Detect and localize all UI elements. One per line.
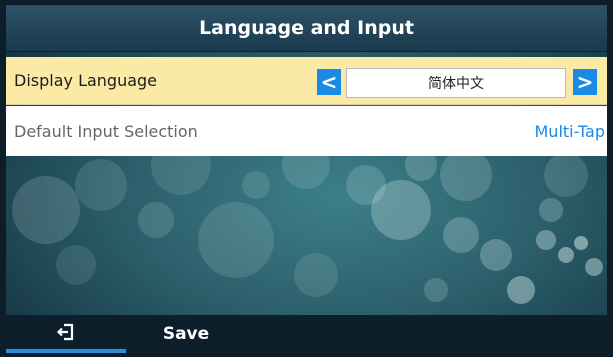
screen: Language and Input Display Language < 简体…: [6, 5, 607, 353]
next-language-button[interactable]: >: [573, 69, 597, 95]
back-softkey[interactable]: [6, 315, 126, 353]
display-language-value[interactable]: 简体中文: [346, 68, 566, 98]
softkey-bar: Save: [6, 315, 607, 353]
chevron-right-icon: >: [576, 70, 594, 94]
exit-icon: [56, 323, 74, 341]
display-language-value-text: 简体中文: [428, 76, 484, 92]
save-label: Save: [162, 324, 210, 344]
phone-screen-frame: Language and Input Display Language < 简体…: [0, 0, 613, 357]
display-language-row[interactable]: Display Language < 简体中文 >: [6, 57, 607, 105]
save-softkey[interactable]: Save: [126, 315, 246, 353]
display-language-label: Display Language: [14, 71, 158, 90]
default-input-label: Default Input Selection: [14, 121, 198, 141]
page-title: Language and Input: [199, 17, 414, 39]
default-input-row[interactable]: Default Input Selection Multi-Tap: [6, 106, 607, 156]
previous-language-button[interactable]: <: [317, 69, 341, 95]
default-input-value[interactable]: Multi-Tap: [535, 122, 606, 141]
title-bar: Language and Input: [6, 5, 607, 52]
chevron-left-icon: <: [320, 70, 338, 94]
